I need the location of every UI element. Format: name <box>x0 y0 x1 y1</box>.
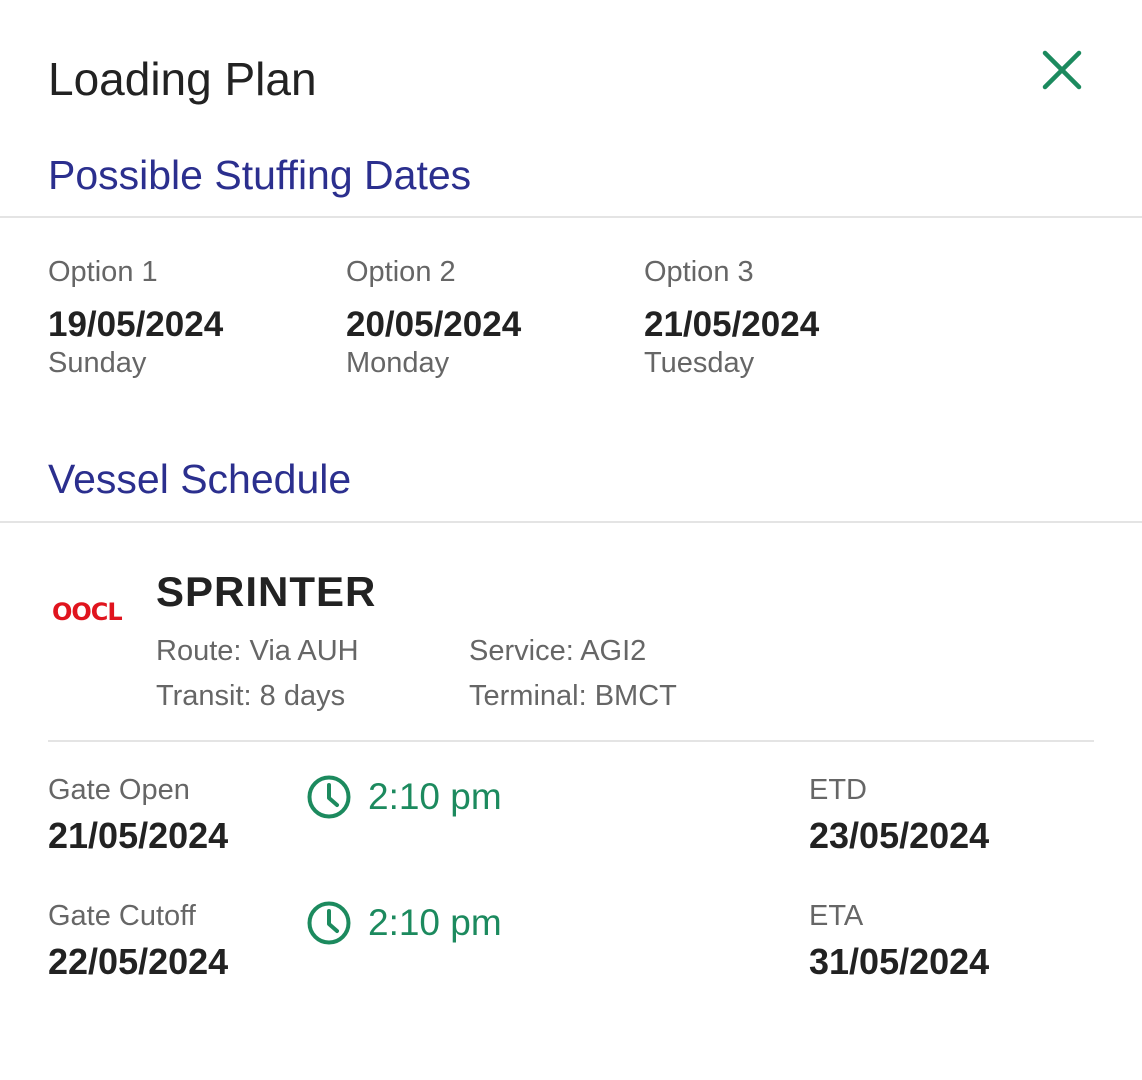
page-title: Loading Plan <box>48 53 317 105</box>
clock-icon <box>307 775 351 819</box>
eta-date: 31/05/2024 <box>809 941 990 982</box>
gate-open: Gate Open 21/05/2024 <box>48 774 228 857</box>
gate-cutoff-label: Gate Cutoff <box>48 900 196 932</box>
vessel-name: SPRINTER <box>156 568 377 615</box>
gate-cutoff-time: 2:10 pm <box>306 900 502 946</box>
etd: ETD 23/05/2024 <box>809 774 989 857</box>
gate-cutoff-time-text: 2:10 pm <box>368 902 502 943</box>
etd-date: 23/05/2024 <box>809 815 990 856</box>
option-label: Option 1 <box>48 256 158 288</box>
stuffing-option-2[interactable]: Option 2 20/05/2024 Monday <box>346 256 521 380</box>
option-date: 21/05/2024 <box>644 305 820 344</box>
close-icon <box>1042 50 1082 90</box>
eta-label: ETA <box>809 900 864 932</box>
option-day: Tuesday <box>644 347 755 379</box>
clock-icon <box>307 901 351 945</box>
option-date: 19/05/2024 <box>48 305 224 344</box>
vessel-transit: Transit: 8 days <box>156 680 346 712</box>
vessel-route: Route: Via AUH <box>156 635 359 667</box>
gate-open-time: 2:10 pm <box>306 774 502 820</box>
etd-label: ETD <box>809 774 867 806</box>
gate-open-date: 21/05/2024 <box>48 815 229 856</box>
option-label: Option 2 <box>346 256 456 288</box>
option-day: Sunday <box>48 347 147 379</box>
option-day: Monday <box>346 347 450 379</box>
stuffing-option-1[interactable]: Option 1 19/05/2024 Sunday <box>48 256 223 380</box>
stuffing-section-title: Possible Stuffing Dates <box>48 152 472 198</box>
eta: ETA 31/05/2024 <box>809 900 989 983</box>
option-label: Option 3 <box>644 256 754 288</box>
schedule-divider <box>48 740 1094 742</box>
stuffing-divider <box>0 216 1142 218</box>
vessel-terminal: Terminal: BMCT <box>469 680 677 712</box>
option-date: 20/05/2024 <box>346 305 522 344</box>
gate-cutoff-date: 22/05/2024 <box>48 941 229 982</box>
gate-open-time-text: 2:10 pm <box>368 776 502 817</box>
vessel-service: Service: AGI2 <box>469 635 647 667</box>
vessel-divider <box>0 521 1142 523</box>
close-button[interactable] <box>1036 44 1088 96</box>
gate-open-label: Gate Open <box>48 774 190 806</box>
gate-cutoff: Gate Cutoff 22/05/2024 <box>48 900 228 983</box>
vessel-section-title: Vessel Schedule <box>48 456 352 502</box>
stuffing-option-3[interactable]: Option 3 21/05/2024 Tuesday <box>644 256 819 380</box>
carrier-logo: OOCL <box>52 598 123 626</box>
